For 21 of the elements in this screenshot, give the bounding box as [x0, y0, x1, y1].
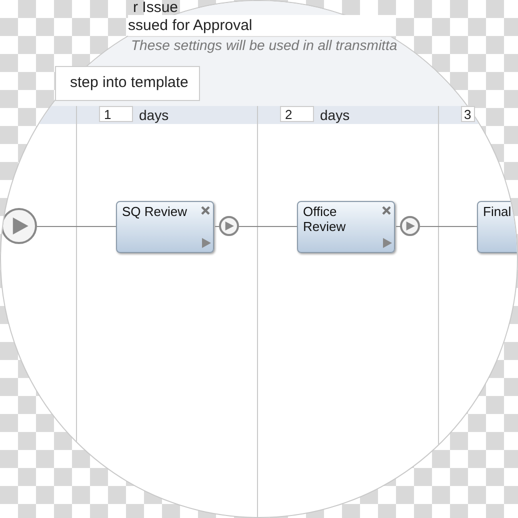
- duration-field[interactable]: 2: [280, 106, 314, 122]
- step-label: Final: [483, 204, 512, 219]
- status-field[interactable]: ssued for Approval: [128, 15, 396, 37]
- duration-field[interactable]: 1: [99, 106, 133, 122]
- step-label: Office Review: [303, 204, 347, 234]
- step-node[interactable]: [116, 201, 214, 253]
- play-icon[interactable]: [1, 208, 37, 244]
- play-icon[interactable]: [400, 216, 420, 236]
- template-button[interactable]: step into template: [55, 66, 200, 101]
- close-icon[interactable]: [382, 206, 391, 215]
- close-icon[interactable]: [201, 206, 210, 215]
- settings-note: These settings will be used in all transmitta: [131, 36, 398, 55]
- days-label: days: [139, 106, 169, 124]
- duration-field[interactable]: 3: [461, 106, 475, 122]
- play-icon[interactable]: [219, 216, 239, 236]
- days-label: days: [320, 106, 350, 124]
- expand-arrow-icon[interactable]: [202, 238, 211, 248]
- title-text: r Issue: [133, 0, 178, 18]
- step-label: SQ Review: [122, 204, 188, 219]
- step-node[interactable]: [297, 201, 395, 253]
- expand-arrow-icon[interactable]: [383, 238, 392, 248]
